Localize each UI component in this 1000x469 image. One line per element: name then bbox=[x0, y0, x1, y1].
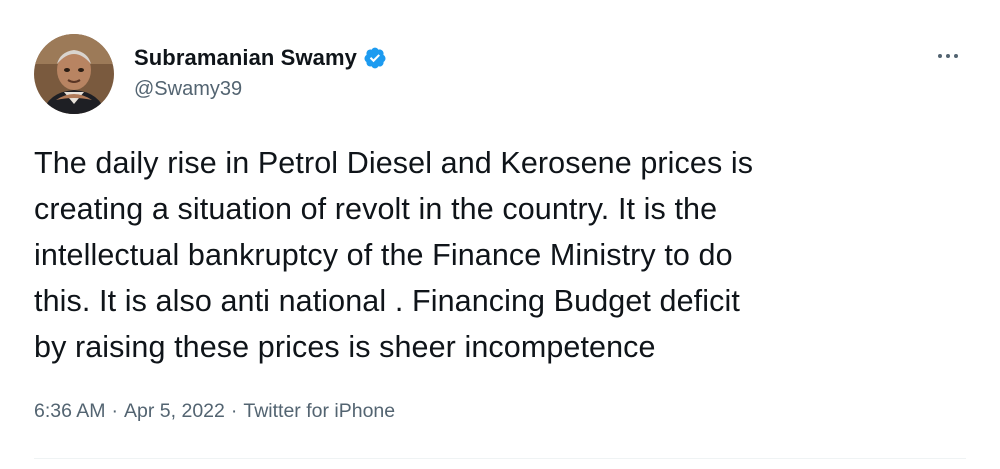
tweet-time[interactable]: 6:36 AM bbox=[34, 400, 106, 423]
more-options-icon bbox=[938, 54, 942, 58]
user-handle[interactable]: @Swamy39 bbox=[134, 78, 387, 101]
tweet-meta: 6:36 AM · Apr 5, 2022 · Twitter for iPho… bbox=[34, 400, 395, 423]
tweet-header: Subramanian Swamy @Swamy39 bbox=[34, 34, 387, 114]
tweet-source[interactable]: Twitter for iPhone bbox=[243, 400, 395, 423]
display-name[interactable]: Subramanian Swamy bbox=[134, 45, 357, 71]
divider bbox=[34, 458, 966, 459]
verified-badge-icon bbox=[363, 46, 387, 70]
more-options-icon-dot bbox=[954, 54, 958, 58]
tweet-date[interactable]: Apr 5, 2022 bbox=[124, 400, 225, 423]
meta-separator: · bbox=[111, 400, 119, 422]
tweet-text: The daily rise in Petrol Diesel and Kero… bbox=[34, 146, 754, 364]
name-row: Subramanian Swamy bbox=[134, 44, 387, 72]
user-info: Subramanian Swamy @Swamy39 bbox=[134, 44, 387, 101]
meta-separator: · bbox=[230, 400, 238, 422]
more-options-icon-dot bbox=[946, 54, 950, 58]
tweet-card: Subramanian Swamy @Swamy39 The daily ris… bbox=[0, 0, 1000, 469]
avatar-image bbox=[34, 34, 114, 114]
more-options-button[interactable] bbox=[928, 44, 968, 68]
avatar[interactable] bbox=[34, 34, 114, 114]
